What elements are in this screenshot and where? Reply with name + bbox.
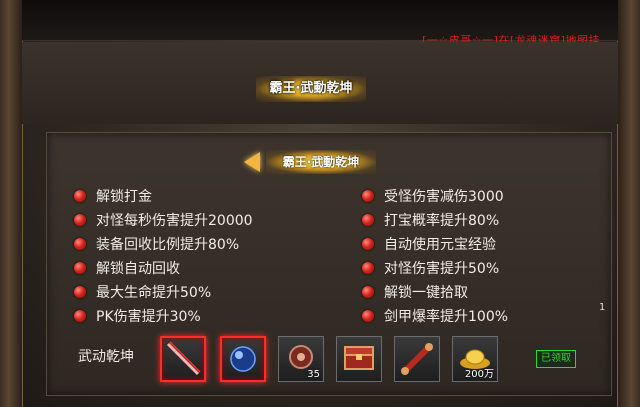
tier-badge: 霸王·武動乾坤 (266, 150, 376, 174)
bullet-icon (362, 310, 374, 322)
perk-text: 对怪伤害提升50% (384, 261, 500, 277)
bullet-icon (362, 238, 374, 250)
reward-slot[interactable] (160, 336, 206, 382)
perk-item: 装备回收比例提升80% (74, 232, 253, 256)
bullet-icon (74, 310, 86, 322)
perk-item: 最大生命提升50% (74, 280, 253, 304)
right-border (617, 0, 640, 407)
perk-text: 装备回收比例提升80% (96, 237, 240, 253)
bullet-icon (74, 262, 86, 274)
reward-qty: 35 (307, 369, 320, 380)
perk-text: 解锁一键拾取 (384, 285, 468, 301)
reward-slot[interactable] (336, 336, 382, 382)
reward-slot[interactable]: 200万 (452, 336, 498, 382)
reward-qty: 200万 (464, 369, 494, 380)
perk-text: 自动使用元宝经验 (384, 237, 496, 253)
reward-slot[interactable] (394, 336, 440, 382)
perk-item: 对怪伤害提升50% (362, 256, 508, 280)
page-number: 1 (599, 302, 606, 313)
chest-icon (344, 346, 374, 370)
perk-text: 解锁自动回收 (96, 261, 180, 277)
bullet-icon (362, 214, 374, 226)
perk-text: 受怪伤害减伤3000 (384, 189, 504, 205)
reward-slot[interactable] (220, 336, 266, 382)
perk-text: 剑甲爆率提升100% (384, 309, 509, 325)
bullet-icon (362, 286, 374, 298)
perk-item: 自动使用元宝经验 (362, 232, 508, 256)
perk-item: 打宝概率提升80% (362, 208, 508, 232)
perk-list-right: 受怪伤害减伤3000 打宝概率提升80% 自动使用元宝经验 对怪伤害提升50% … (362, 184, 508, 328)
back-arrow-icon[interactable] (244, 152, 260, 172)
perk-item: 解锁一键拾取 (362, 280, 508, 304)
claimed-badge: 已领取 (536, 350, 576, 368)
bullet-icon (74, 190, 86, 202)
bullet-icon (362, 262, 374, 274)
perk-text: 解锁打金 (96, 189, 152, 205)
perk-item: PK伤害提升30% (74, 304, 253, 328)
bullet-icon (74, 214, 86, 226)
reward-label: 武动乾坤 (78, 349, 134, 365)
perk-text: 打宝概率提升80% (384, 213, 500, 229)
title-badge: 霸王·武動乾坤 (256, 76, 366, 102)
orb-icon (230, 346, 256, 372)
perk-item: 对怪每秒伤害提升20000 (74, 208, 253, 232)
bullet-icon (362, 190, 374, 202)
perk-item: 解锁打金 (74, 184, 253, 208)
perk-list-left: 解锁打金 对怪每秒伤害提升20000 装备回收比例提升80% 解锁自动回收 最大… (74, 184, 253, 328)
left-border (0, 0, 23, 407)
bullet-icon (74, 238, 86, 250)
perk-item: 剑甲爆率提升100% (362, 304, 508, 328)
reward-slot[interactable]: 35 (278, 336, 324, 382)
perk-text: PK伤害提升30% (96, 309, 201, 325)
perk-item: 受怪伤害减伤3000 (362, 184, 508, 208)
bullet-icon (74, 286, 86, 298)
perk-item: 解锁自动回收 (74, 256, 253, 280)
perk-text: 对怪每秒伤害提升20000 (96, 213, 253, 229)
scroll-icon (401, 343, 433, 375)
perk-text: 最大生命提升50% (96, 285, 212, 301)
sword-icon (166, 341, 201, 376)
